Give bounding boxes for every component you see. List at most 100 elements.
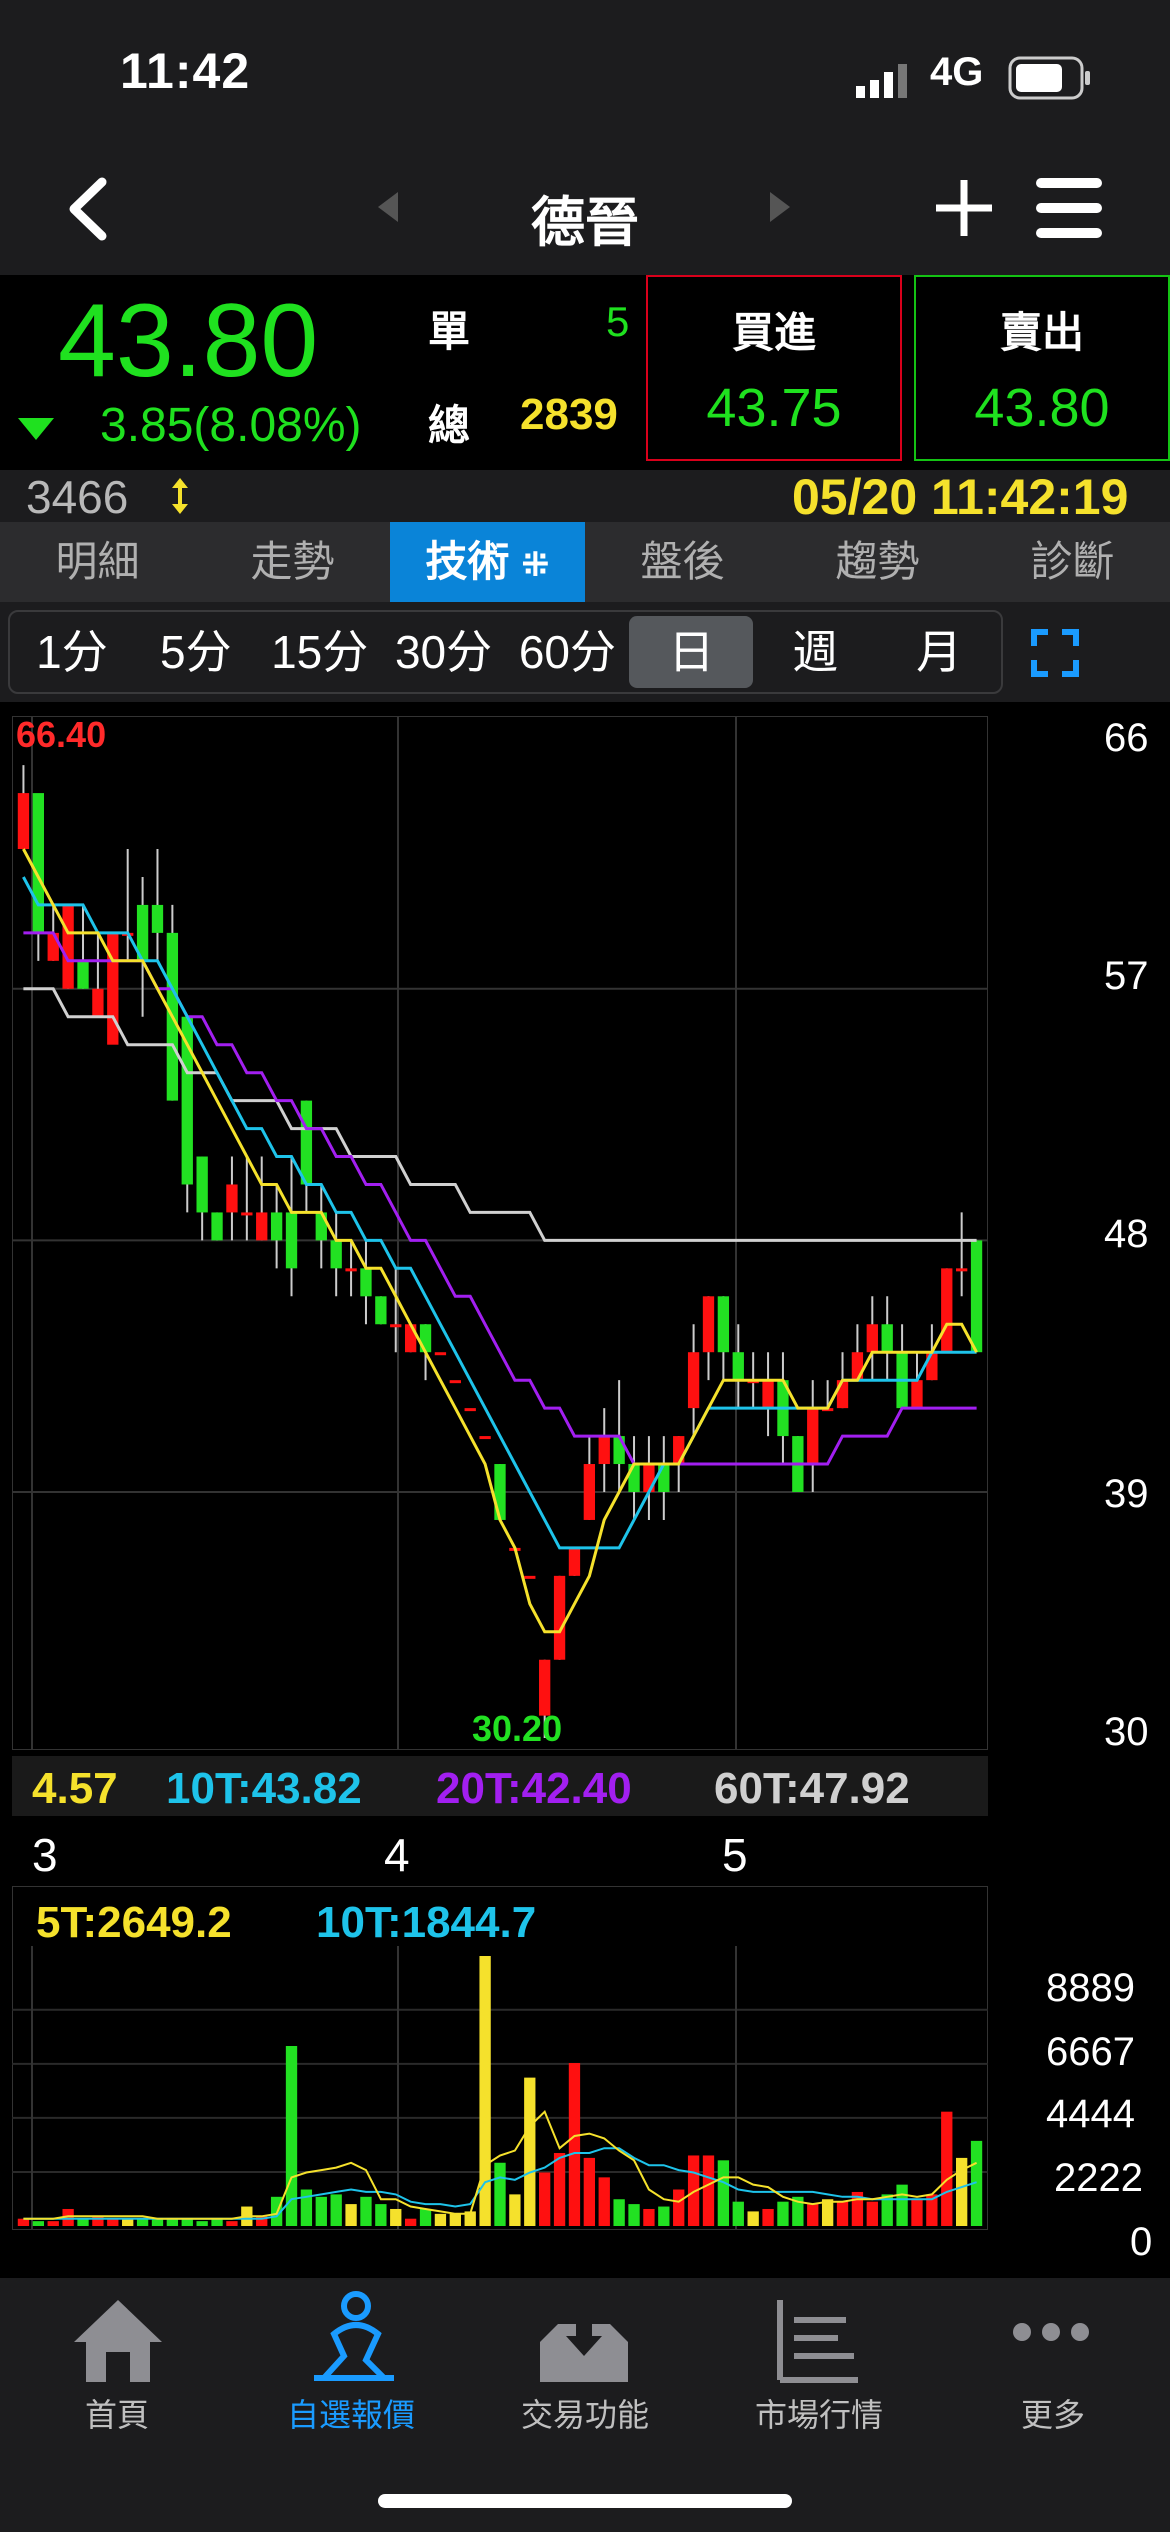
volume-chart[interactable] xyxy=(12,1886,988,2230)
period-30min[interactable]: 30分 xyxy=(382,612,506,692)
fullscreen-icon[interactable] xyxy=(1030,628,1080,683)
watchlist-icon[interactable] xyxy=(304,2290,400,2391)
period-day[interactable]: 日 xyxy=(629,616,754,688)
tab-trend-analysis[interactable]: 趨勢 xyxy=(780,522,975,602)
volume-bar xyxy=(702,2155,715,2226)
volume-bar xyxy=(941,2111,953,2226)
volume-bar xyxy=(807,2204,819,2226)
next-stock-icon[interactable] xyxy=(768,190,792,229)
candle-body xyxy=(17,793,30,850)
volume-bar xyxy=(896,2184,908,2226)
candle-body xyxy=(449,1380,461,1384)
volume-bar xyxy=(419,2208,432,2226)
period-week[interactable]: 週 xyxy=(753,612,877,692)
period-1min[interactable]: 1分 xyxy=(10,612,134,692)
candle-body xyxy=(375,1296,387,1325)
volume-bar xyxy=(181,2218,193,2226)
battery-icon xyxy=(1008,56,1092,105)
sell-label: 賣出 xyxy=(999,309,1084,356)
candle-body xyxy=(881,1324,893,1353)
volume-tick: 8889 xyxy=(1046,1966,1135,2010)
stock-code: 3466 xyxy=(26,471,129,523)
market-icon[interactable] xyxy=(770,2296,866,2391)
volume-bar xyxy=(509,2194,521,2226)
tab-trend[interactable]: 走勢 xyxy=(195,522,390,602)
tab-market[interactable]: 市場行情 xyxy=(702,2390,936,2436)
price-chart[interactable] xyxy=(12,716,988,1750)
candle-body xyxy=(404,1324,417,1353)
tab-after-hours[interactable]: 盤後 xyxy=(585,522,780,602)
tab-bar: 明細 走勢 技術 ⁜ 盤後 趨勢 診斷 xyxy=(0,522,1170,602)
candle-body xyxy=(300,1100,313,1185)
menu-icon[interactable] xyxy=(1036,176,1102,245)
candle-body xyxy=(970,1240,983,1353)
volume-bar xyxy=(673,2189,685,2226)
min-price-label: 30.20 xyxy=(472,1708,563,1749)
candle-body xyxy=(762,1380,774,1409)
period-month[interactable]: 月 xyxy=(877,612,1001,692)
candle-body xyxy=(479,1436,491,1440)
candle-body xyxy=(77,960,89,989)
tab-trade[interactable]: 交易功能 xyxy=(468,2390,702,2436)
volume-tick: 4444 xyxy=(1046,2092,1135,2136)
period-15min[interactable]: 15分 xyxy=(258,612,382,692)
tab-technical[interactable]: 技術 ⁜ xyxy=(390,522,585,602)
tab-watchlist[interactable]: 自選報價 xyxy=(234,2390,468,2436)
collapse-icon: ⁜ xyxy=(521,546,550,584)
volume-tick: 6667 xyxy=(1046,2030,1135,2074)
volume-bar xyxy=(658,2206,670,2226)
candle-body xyxy=(434,1352,447,1356)
candle-body xyxy=(285,1212,298,1269)
period-5min[interactable]: 5分 xyxy=(134,612,258,692)
volume-bar xyxy=(360,2196,372,2226)
more-icon[interactable] xyxy=(1010,2320,1092,2349)
home-indicator xyxy=(378,2494,792,2508)
ma60-label: 60T:47.92 xyxy=(714,1764,910,1813)
max-price-label: 66.40 xyxy=(16,714,107,755)
volume-bar xyxy=(449,2213,461,2226)
candle-body xyxy=(151,904,164,933)
volume-bar xyxy=(345,2204,357,2226)
volume-bar xyxy=(836,2201,849,2226)
home-icon[interactable] xyxy=(70,2296,166,2391)
volume-tick: 0 xyxy=(1130,2220,1153,2264)
price-tick: 66 xyxy=(1104,716,1149,760)
single-label: 單 xyxy=(428,308,471,355)
period-selector: 1分 5分 15分 30分 60分 日 週 月 xyxy=(8,610,1003,694)
tab-diagnosis[interactable]: 診斷 xyxy=(975,522,1170,602)
candle-body xyxy=(673,1436,685,1465)
tab-detail[interactable]: 明細 xyxy=(0,522,195,602)
candle-body xyxy=(598,1436,610,1465)
candle-body xyxy=(687,1352,700,1409)
ma20-label: 20T:42.40 xyxy=(436,1764,632,1813)
candle-body xyxy=(583,1464,596,1520)
candle-body xyxy=(911,1380,923,1409)
volume-bar xyxy=(136,2218,149,2226)
candle-body xyxy=(702,1296,715,1353)
volume-bar xyxy=(568,2063,581,2226)
ma10-label: 10T:43.82 xyxy=(166,1764,362,1813)
volume-bar xyxy=(77,2218,89,2226)
add-icon[interactable] xyxy=(932,176,996,245)
period-60min[interactable]: 60分 xyxy=(506,612,630,692)
volume-bar xyxy=(122,2218,134,2226)
volume-bar xyxy=(404,2218,417,2226)
volume-bar xyxy=(196,2221,208,2226)
candle-body xyxy=(196,1156,208,1213)
candle-body xyxy=(256,1212,268,1241)
price-tick: 57 xyxy=(1104,954,1149,998)
candle-body xyxy=(807,1408,819,1465)
sell-box[interactable]: 賣出 43.80 xyxy=(914,275,1170,461)
buy-box[interactable]: 買進 43.75 xyxy=(646,275,902,461)
ma60-line xyxy=(23,987,977,1242)
volume-bar xyxy=(524,2077,536,2226)
candle-body xyxy=(211,1212,223,1241)
candle-body xyxy=(32,793,44,933)
trade-icon[interactable] xyxy=(536,2292,632,2391)
candle-body xyxy=(836,1380,849,1409)
volume-bar xyxy=(166,2218,179,2226)
candle-body xyxy=(241,1212,253,1216)
tab-home[interactable]: 首頁 xyxy=(0,2390,234,2436)
tab-more[interactable]: 更多 xyxy=(936,2390,1170,2436)
network-type: 4G xyxy=(930,50,984,94)
